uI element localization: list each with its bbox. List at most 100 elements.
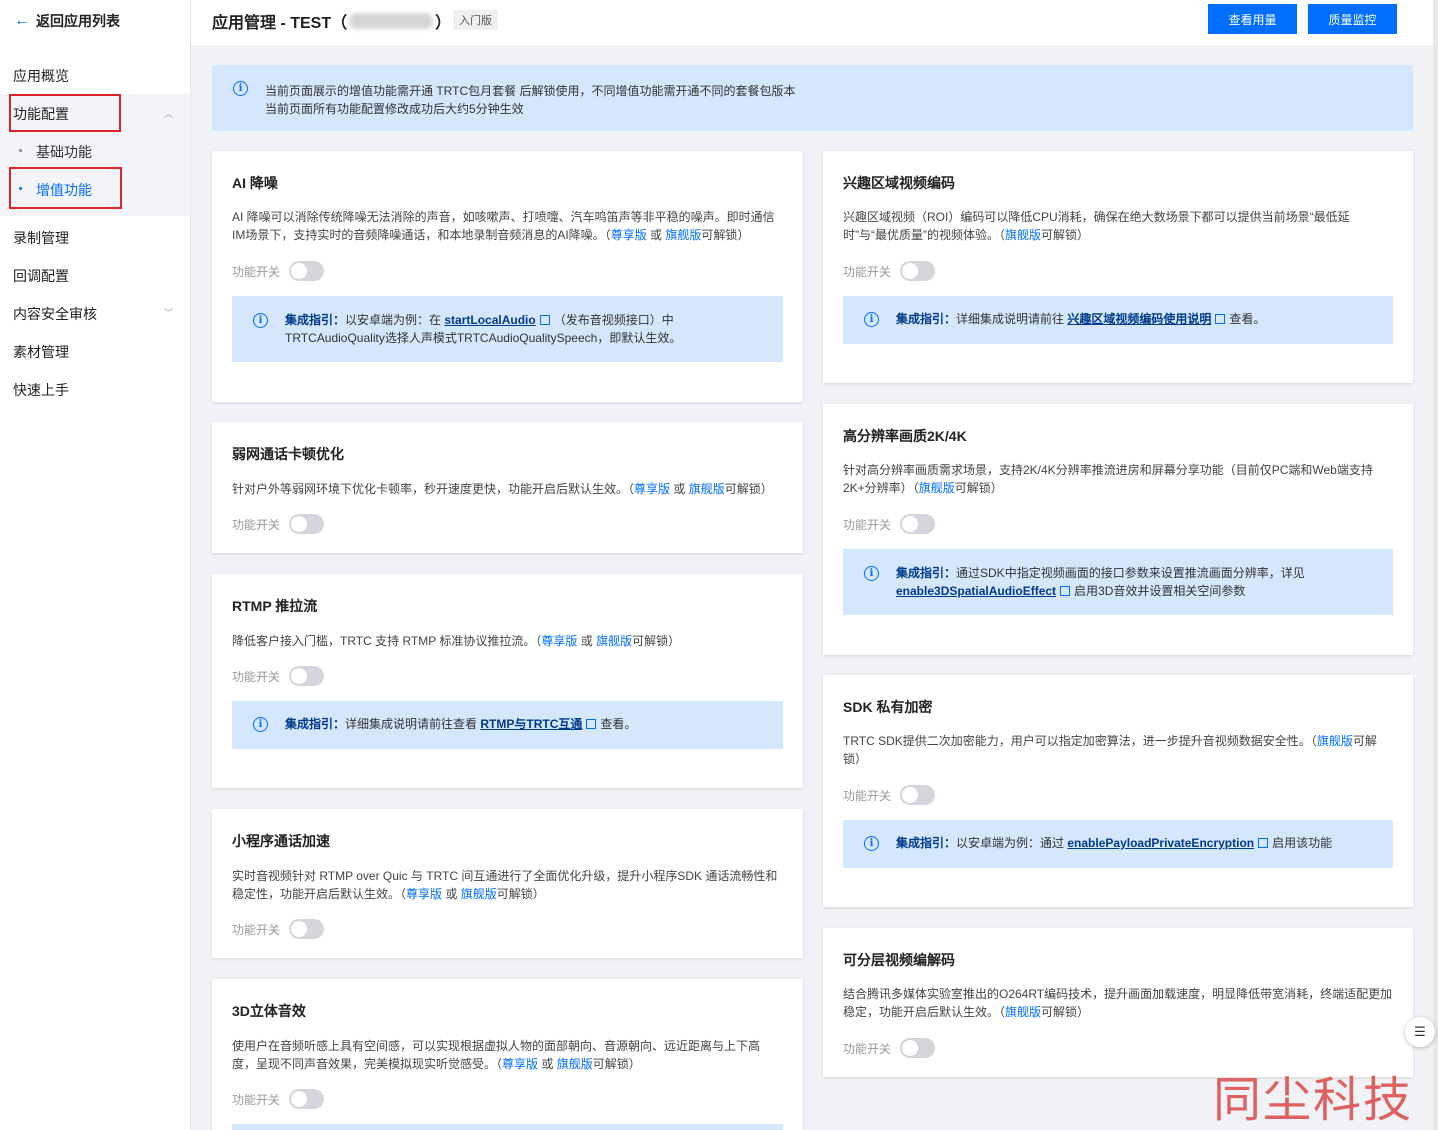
feature-toggle[interactable]: [289, 261, 325, 281]
card-miniprogram: 小程序通话加速 实时音视频针对 RTMP over Quic 与 TRTC 间互…: [212, 809, 803, 958]
doc-link[interactable]: 兴趣区域视频编码使用说明: [1067, 312, 1211, 326]
flagship-link[interactable]: 旗舰版: [665, 228, 701, 242]
card-title: 高分辨率画质2K/4K: [843, 428, 967, 444]
feature-toggle[interactable]: [900, 785, 936, 805]
card-title: 3D立体音效: [232, 1003, 306, 1019]
feature-toggle[interactable]: [289, 919, 325, 939]
card-hires: 高分辨率画质2K/4K 针对高分辨率画质需求场景，支持2K/4K分辨率推流进房和…: [823, 404, 1413, 655]
card-ai-noise: AI 降噪 AI 降噪可以消除传统降噪无法消除的声音，如咳嗽声、打喷嚏、汽车鸣笛…: [212, 151, 803, 402]
chevron-down-icon[interactable]: ﹀: [164, 306, 173, 319]
api-doc-link[interactable]: enablePayloadPrivateEncryption: [1067, 836, 1254, 850]
external-link-icon: [586, 719, 597, 729]
card-3d-audio: 3D立体音效 使用户在音频听感上具有空间感，可以实现根据虚拟人物的面部朝向、音源…: [212, 979, 803, 1130]
card-title: RTMP 推拉流: [232, 598, 318, 614]
card-desc: 兴趣区域视频（ROI）编码可以降低CPU消耗，确保在绝大数场景下都可以提供当前场…: [843, 210, 1350, 242]
flagship-link[interactable]: 旗舰版: [596, 634, 632, 648]
integration-guide: i 集成指引：以安卓端为例：通过 enablePayloadPrivateEnc…: [843, 820, 1393, 868]
card-desc: 结合腾讯多媒体实验室推出的O264RT编码技术，提升画面加载速度，明显降低带宽消…: [843, 987, 1393, 1019]
info-icon: i: [253, 717, 268, 732]
flagship-link[interactable]: 旗舰版: [689, 482, 725, 496]
doc-link[interactable]: RTMP与TRTC互通: [480, 717, 582, 731]
scrollbar[interactable]: [1433, 0, 1438, 1130]
toggle-row: 功能开关: [232, 666, 325, 686]
info-icon: i: [864, 836, 879, 851]
premium-link[interactable]: 尊享版: [406, 887, 442, 901]
page-title: 应用管理 - TEST（ ）: [212, 13, 452, 32]
back-to-app-list[interactable]: ← 返回应用列表: [14, 11, 120, 31]
card-roi: 兴趣区域视频编码 兴趣区域视频（ROI）编码可以降低CPU消耗，确保在绝大数场景…: [823, 151, 1413, 383]
toggle-row: 功能开关: [843, 785, 936, 805]
card-rtmp: RTMP 推拉流 降低客户接入门槛，TRTC 支持 RTMP 标准协议推拉流。（…: [212, 574, 803, 788]
premium-link[interactable]: 尊享版: [541, 634, 577, 648]
toggle-row: 功能开关: [232, 514, 325, 534]
integration-guide: i 集成指引：详细集成说明请前往查看 RTMP与TRTC互通 查看。: [232, 701, 783, 749]
feature-toggle[interactable]: [900, 1038, 936, 1058]
api-doc-link[interactable]: enable3DSpatialAudioEffect: [896, 584, 1056, 598]
card-title: AI 降噪: [232, 175, 278, 191]
card-desc: 降低客户接入门槛，TRTC 支持 RTMP 标准协议推拉流。（尊享版 或 旗舰版…: [232, 634, 681, 648]
card-title: SDK 私有加密: [843, 699, 933, 715]
integration-guide: i 集成指引：以安卓端为例：在 startLocalAudio （发布音视频接口）…: [232, 296, 783, 362]
chevron-up-icon[interactable]: ︿: [164, 107, 173, 120]
feature-toggle[interactable]: [289, 1089, 325, 1109]
toggle-row: 功能开关: [232, 261, 325, 281]
feature-toggle[interactable]: [900, 514, 936, 534]
integration-guide: i 集成指引：详细集成说明请前往 兴趣区域视频编码使用说明 查看。: [843, 296, 1393, 344]
card-desc: 使用户在音频听感上具有空间感，可以实现根据虚拟人物的面部朝向、音源朝向、远近距离…: [232, 1039, 761, 1071]
sidebar-item-recording[interactable]: 录制管理: [13, 228, 69, 248]
highlight-box: [9, 94, 121, 132]
toggle-row: 功能开关: [232, 1089, 325, 1109]
integration-guide: i 集成指引：通过SDK中指定视频画面的接口参数来设置推流画面分辨率，详见 en…: [843, 549, 1393, 615]
card-desc: TRTC SDK提供二次加密能力，用户可以指定加密算法，进一步提升音视频数据安全…: [843, 734, 1377, 766]
quality-monitor-button[interactable]: 质量监控: [1308, 4, 1397, 34]
premium-link[interactable]: 尊享版: [502, 1057, 538, 1071]
sidebar-item-callback[interactable]: 回调配置: [13, 266, 69, 286]
info-icon: i: [233, 81, 248, 96]
api-doc-link[interactable]: startLocalAudio: [444, 313, 535, 327]
feature-toggle[interactable]: [289, 514, 325, 534]
info-icon: i: [864, 312, 879, 327]
flagship-link[interactable]: 旗舰版: [557, 1057, 593, 1071]
sidebar-item-overview[interactable]: 应用概览: [13, 66, 69, 86]
notice-line: 当前页面展示的增值功能需开通 TRTC包月套餐 后解锁使用，不同增值功能需开通不…: [265, 84, 796, 98]
watermark: 同尘科技: [1213, 1072, 1414, 1128]
edition-badge: 入门版: [453, 10, 498, 30]
flagship-link[interactable]: 旗舰版: [1005, 228, 1041, 242]
card-svc: 可分层视频编解码 结合腾讯多媒体实验室推出的O264RT编码技术，提升画面加载速…: [823, 928, 1413, 1077]
integration-guide: [232, 1124, 783, 1130]
list-menu-icon[interactable]: ☰: [1405, 1017, 1435, 1047]
feature-toggle[interactable]: [289, 666, 325, 686]
sidebar-item-content-audit[interactable]: 内容安全审核: [13, 304, 97, 324]
redacted-app-id: [349, 13, 434, 29]
flagship-link[interactable]: 旗舰版: [1317, 734, 1353, 748]
card-weak-network: 弱网通话卡顿优化 针对户外等弱网环境下优化卡顿率，秒开速度更快，功能开启后默认生…: [212, 422, 803, 553]
card-desc: 实时音视频针对 RTMP over Quic 与 TRTC 间互通进行了全面优化…: [232, 869, 778, 901]
flagship-link[interactable]: 旗舰版: [461, 887, 497, 901]
card-title: 兴趣区域视频编码: [843, 175, 955, 191]
sidebar-item-quickstart[interactable]: 快速上手: [13, 380, 69, 400]
external-link-icon: [539, 315, 550, 325]
view-usage-button[interactable]: 查看用量: [1208, 4, 1297, 34]
highlight-box: [9, 167, 122, 209]
toggle-row: 功能开关: [843, 514, 936, 534]
card-title: 弱网通话卡顿优化: [232, 446, 344, 462]
toggle-row: 功能开关: [843, 261, 936, 281]
toggle-row: 功能开关: [843, 1038, 936, 1058]
external-link-icon: [1215, 314, 1226, 324]
page-header: 应用管理 - TEST（ ） 入门版 查看用量 质量监控: [191, 0, 1438, 45]
premium-link[interactable]: 尊享版: [634, 482, 670, 496]
sidebar-item-materials[interactable]: 素材管理: [13, 342, 69, 362]
feature-toggle[interactable]: [900, 261, 936, 281]
sidebar-item-basic[interactable]: 基础功能: [36, 142, 92, 162]
notice-banner: i 当前页面展示的增值功能需开通 TRTC包月套餐 后解锁使用，不同增值功能需开…: [212, 65, 1413, 131]
bullet-icon: [19, 149, 22, 152]
card-desc: 针对户外等弱网环境下优化卡顿率，秒开速度更快，功能开启后默认生效。（尊享版 或 …: [232, 482, 773, 496]
premium-link[interactable]: 尊享版: [611, 228, 647, 242]
card-desc: 针对高分辨率画质需求场景，支持2K/4K分辨率推流进房和屏幕分享功能（目前仅PC…: [843, 463, 1373, 495]
card-title: 可分层视频编解码: [843, 952, 955, 968]
arrow-left-icon: ←: [14, 12, 30, 29]
flagship-link[interactable]: 旗舰版: [1005, 1005, 1041, 1019]
flagship-link[interactable]: 旗舰版: [919, 481, 955, 495]
external-link-icon: [1258, 838, 1269, 848]
notice-line: 当前页面所有功能配置修改成功后大约5分钟生效: [265, 102, 524, 116]
